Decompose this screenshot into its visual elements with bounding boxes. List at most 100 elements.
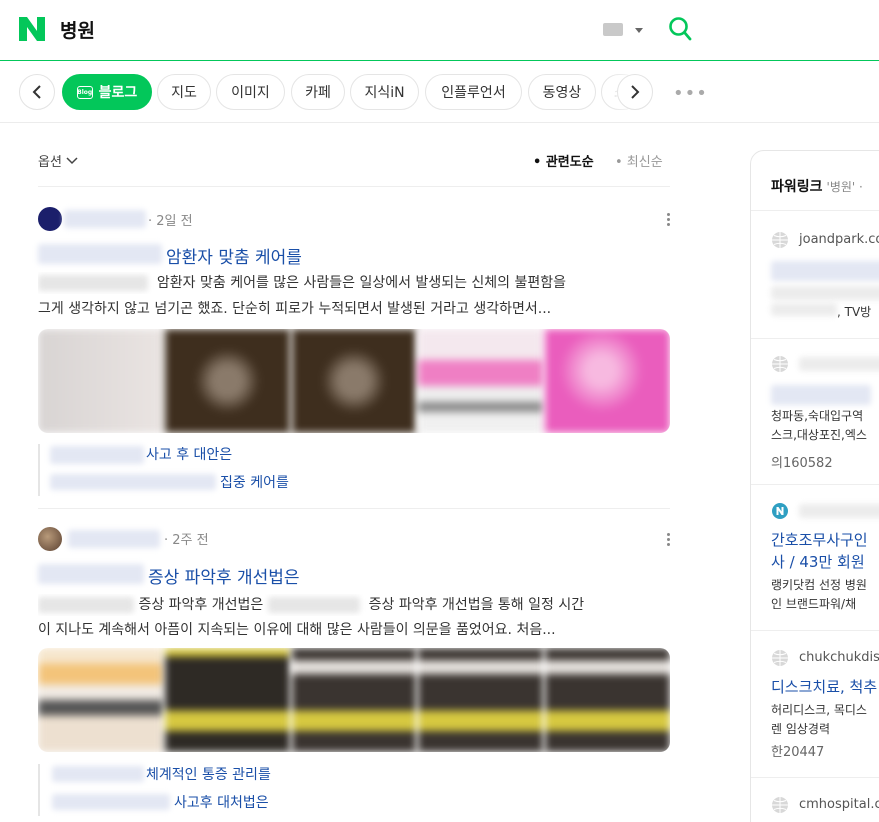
tabs-next-button[interactable]	[617, 74, 653, 110]
snippet-line: 암환자 맞춤 케어를 많은 사람들은 일상에서 발생되는 신체의 불편함을	[156, 275, 567, 291]
ad-desc-blur	[771, 286, 879, 300]
naver-logo[interactable]	[19, 17, 45, 41]
ad-domain-blur	[799, 504, 879, 518]
vertical-tabs: Blog 블로그 지도 이미지 카페 지식iN 인플루언서 동영상 쇼 •••	[0, 62, 879, 123]
ad-domain[interactable]: joandpark.com	[799, 232, 879, 247]
related-post-link[interactable]: 사고후 대처법은	[174, 792, 269, 812]
powerlink-title: 파워링크 '병원' ·	[771, 176, 863, 196]
ad-domain[interactable]: cmhospital.co	[799, 797, 879, 812]
divider	[751, 630, 879, 631]
keyboard-icon[interactable]	[603, 23, 623, 36]
post-snippet-line2[interactable]: 그게 생각하지 않고 넘기곤 했죠. 단순히 피로가 누적되면서 발생된 거라고…	[38, 298, 670, 320]
thumbnail-strip[interactable]	[38, 648, 670, 752]
ad-desc-blur	[771, 303, 837, 316]
tab-cafe[interactable]: 카페	[291, 74, 345, 110]
thumbnail[interactable]	[38, 329, 163, 433]
blog-post: · 2주 전 증상 파악후 개선법은 증상 파악후 개선법은 증상 파악후 개선…	[38, 526, 670, 822]
ad-desc: 청파동,숙대입구역	[771, 409, 864, 423]
thumbnail[interactable]	[164, 648, 290, 752]
more-vert-icon[interactable]	[667, 533, 671, 548]
thumbnail[interactable]	[164, 329, 290, 433]
powerlink-query: '병원' ·	[826, 180, 863, 194]
ad-title-blur	[771, 261, 879, 281]
thumbnail[interactable]	[545, 329, 670, 433]
ad-title[interactable]: 간호조무사구인	[771, 530, 868, 551]
snippet-blur	[38, 597, 134, 613]
tab-image[interactable]: 이미지	[216, 74, 285, 110]
snippet-blur	[267, 597, 360, 613]
thumbnail[interactable]	[418, 329, 544, 433]
post-snippet-line2[interactable]: 이 지나도 계속해서 아픔이 지속되는 이유에 대해 많은 사람들이 의문을 품…	[38, 619, 670, 641]
sort-relevance[interactable]: • 관련도순	[533, 151, 594, 170]
ad-item[interactable]: 간호조무사구인 사 / 43만 회원 랭키닷컴 선정 병원 인 브랜드파워/채	[771, 502, 879, 622]
divider	[751, 777, 879, 778]
ad-desc: , TV방	[771, 303, 871, 322]
post-time: · 2일 전	[148, 214, 193, 229]
chevron-down-icon	[66, 156, 78, 164]
ad-number: 한20447	[771, 745, 825, 760]
options-toggle[interactable]: 옵션	[38, 151, 78, 170]
ad-domain-blur	[799, 357, 879, 371]
related-post-link[interactable]: 집중 케어를	[220, 472, 289, 492]
avatar[interactable]	[38, 527, 62, 551]
chevron-down-icon[interactable]	[635, 28, 643, 33]
ad-title-blur	[771, 385, 871, 405]
chevron-left-icon	[32, 85, 41, 99]
ad-domain[interactable]: chukchukdisk	[799, 650, 879, 665]
blog-post: · 2일 전 암환자 맞춤 케어를 암환자 맞춤 케어를 많은 사람들은 일상에…	[38, 206, 670, 496]
chevron-right-icon	[631, 85, 640, 99]
ad-item[interactable]: joandpark.com , TV방	[771, 231, 879, 331]
tab-map[interactable]: 지도	[157, 74, 211, 110]
divider	[751, 338, 879, 339]
post-title[interactable]: 암환자 맞춤 케어를	[166, 243, 302, 268]
sub-blur	[52, 766, 144, 782]
tab-blog[interactable]: Blog 블로그	[62, 74, 152, 110]
related-posts: 체계적인 통증 관리를 사고후 대처법은	[38, 764, 670, 816]
thumbnail-strip[interactable]	[38, 329, 670, 433]
related-post-link[interactable]: 체계적인 통증 관리를	[146, 764, 271, 784]
ad-title[interactable]: 사 / 43만 회원	[771, 552, 865, 573]
snippet-blur	[38, 275, 148, 291]
naver-n-icon	[772, 503, 788, 519]
ad-desc: 렌 임상경력	[771, 722, 831, 736]
more-vert-icon[interactable]	[667, 213, 671, 228]
sub-blur	[50, 474, 216, 490]
sort-recent[interactable]: • 최신순	[615, 151, 663, 170]
thumbnail[interactable]	[38, 648, 163, 752]
tab-influencer[interactable]: 인플루언서	[425, 74, 522, 110]
post-title[interactable]: 증상 파악후 개선법은	[148, 563, 300, 588]
post-time: · 2주 전	[164, 533, 209, 548]
globe-icon	[772, 356, 788, 372]
ad-title[interactable]: 디스크치료, 척추	[771, 677, 877, 698]
tab-kin[interactable]: 지식iN	[350, 74, 419, 110]
globe-icon	[772, 797, 788, 813]
ad-item[interactable]: chukchukdisk 디스크치료, 척추 허리디스크, 목디스 렌 임상경력…	[771, 649, 879, 769]
options-label: 옵션	[38, 155, 62, 170]
thumbnail[interactable]	[545, 648, 670, 752]
post-snippet[interactable]: 증상 파악후 개선법은 증상 파악후 개선법을 통해 일정 시간	[38, 594, 670, 616]
globe-icon	[772, 650, 788, 666]
related-posts: 사고 후 대안은 집중 케어를	[38, 444, 670, 496]
thumbnail[interactable]	[291, 648, 417, 752]
search-query[interactable]: 병원	[60, 16, 95, 43]
blogger-name[interactable]	[68, 530, 160, 548]
snippet-line: 증상 파악후 개선법을 통해 일정 시간	[368, 597, 585, 613]
avatar[interactable]	[38, 207, 62, 231]
tabs-prev-button[interactable]	[19, 74, 55, 110]
thumbnail[interactable]	[418, 648, 544, 752]
thumbnail[interactable]	[291, 329, 417, 433]
snippet-line: 증상 파악후 개선법은	[138, 597, 264, 613]
divider	[38, 186, 670, 187]
blogger-name[interactable]	[64, 210, 146, 228]
ad-item[interactable]: cmhospital.co	[771, 796, 879, 822]
more-icon[interactable]: •••	[673, 83, 708, 104]
blog-icon: Blog	[76, 85, 93, 99]
ad-desc: 스크,대상포진,엑스	[771, 428, 867, 442]
search-icon[interactable]	[668, 16, 692, 42]
ad-item[interactable]: 청파동,숙대입구역 스크,대상포진,엑스 의160582	[771, 355, 879, 475]
title-blur	[38, 564, 144, 584]
related-post-link[interactable]: 사고 후 대안은	[146, 444, 232, 464]
tab-video[interactable]: 동영상	[528, 74, 596, 110]
tab-label: 블로그	[98, 85, 138, 101]
post-snippet[interactable]: 암환자 맞춤 케어를 많은 사람들은 일상에서 발생되는 신체의 불편함을	[38, 272, 670, 294]
